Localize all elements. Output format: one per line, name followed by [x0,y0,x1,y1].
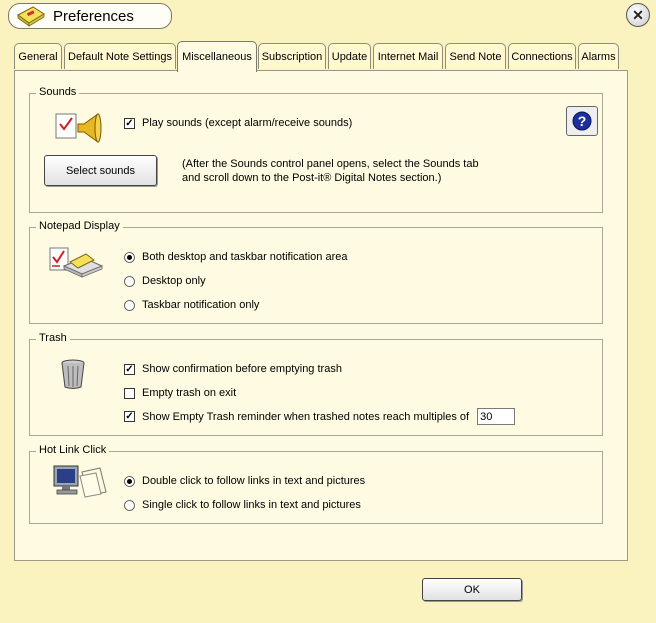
trash-confirm-checkbox[interactable]: ✓ [124,363,135,375]
post-it-app-icon [17,6,45,27]
tab-send-note[interactable]: Send Note [445,43,506,69]
play-sounds-label: Play sounds (except alarm/receive sounds… [142,117,353,129]
tab-general[interactable]: General [14,43,62,69]
trash-group: Trash ✓ Show confirmation before emptyin… [29,332,603,436]
hotlink-option-single[interactable]: Single click to follow links in text and… [124,499,361,511]
hotlink-radio-double[interactable] [124,475,135,487]
svg-text:?: ? [578,113,587,129]
select-sounds-button[interactable]: Select sounds [44,155,157,186]
notepad-display-icon [49,247,104,278]
sounds-group-label: Sounds [36,86,80,98]
title-pill: Preferences [8,3,172,29]
tab-update[interactable]: Update [328,43,371,69]
trash-confirm-row[interactable]: ✓ Show confirmation before emptying tras… [124,363,342,375]
notepad-radio-both[interactable] [124,251,135,263]
title-bar: Preferences ✕ [0,0,656,32]
trash-empty-on-exit-row[interactable]: Empty trash on exit [124,387,236,399]
tab-internet-mail[interactable]: Internet Mail [373,43,443,69]
help-question-icon: ? [572,111,592,131]
notepad-option-desktop[interactable]: Desktop only [124,275,206,287]
help-button[interactable]: ? [566,106,598,136]
tab-subscription[interactable]: Subscription [258,43,326,69]
tab-miscellaneous[interactable]: Miscellaneous [177,41,257,72]
tab-panel-miscellaneous: Sounds ✓ Play sounds (except alarm/recei… [14,70,628,561]
hot-link-click-group-label: Hot Link Click [36,444,110,456]
close-icon: ✕ [632,6,644,23]
tab-connections[interactable]: Connections [508,43,576,69]
ok-button[interactable]: OK [422,578,522,601]
hotlink-option-double[interactable]: Double click to follow links in text and… [124,475,365,487]
tab-default-note-settings[interactable]: Default Note Settings [64,43,176,69]
hotlink-radio-single[interactable] [124,499,135,511]
notepad-option-taskbar[interactable]: Taskbar notification only [124,299,259,311]
notepad-radio-taskbar[interactable] [124,299,135,311]
trash-reminder-row[interactable]: ✓ Show Empty Trash reminder when trashed… [124,408,516,425]
window-title: Preferences [53,8,134,25]
play-sounds-row[interactable]: ✓ Play sounds (except alarm/receive soun… [124,117,352,129]
sound-horn-icon [55,113,102,143]
sounds-group: Sounds ✓ Play sounds (except alarm/recei… [29,86,603,213]
notepad-radio-desktop[interactable] [124,275,135,287]
play-sounds-checkbox[interactable]: ✓ [124,117,135,129]
trash-empty-on-exit-checkbox[interactable] [124,387,135,399]
trash-reminder-multiple-input[interactable] [477,408,516,425]
close-button[interactable]: ✕ [626,3,650,27]
trash-can-icon [61,359,85,389]
sounds-help-note: (After the Sounds control panel opens, s… [182,158,479,184]
tab-alarms[interactable]: Alarms [578,43,619,69]
hot-link-click-group: Hot Link Click Double click to follow li… [29,444,603,524]
trash-group-label: Trash [36,332,70,344]
notepad-option-both[interactable]: Both desktop and taskbar notification ar… [124,251,347,263]
notepad-display-group: Notepad Display Both desktop and taskbar… [29,220,603,324]
hot-link-monitor-icon [53,465,107,498]
notepad-display-group-label: Notepad Display [36,220,123,232]
trash-reminder-checkbox[interactable]: ✓ [124,411,135,422]
